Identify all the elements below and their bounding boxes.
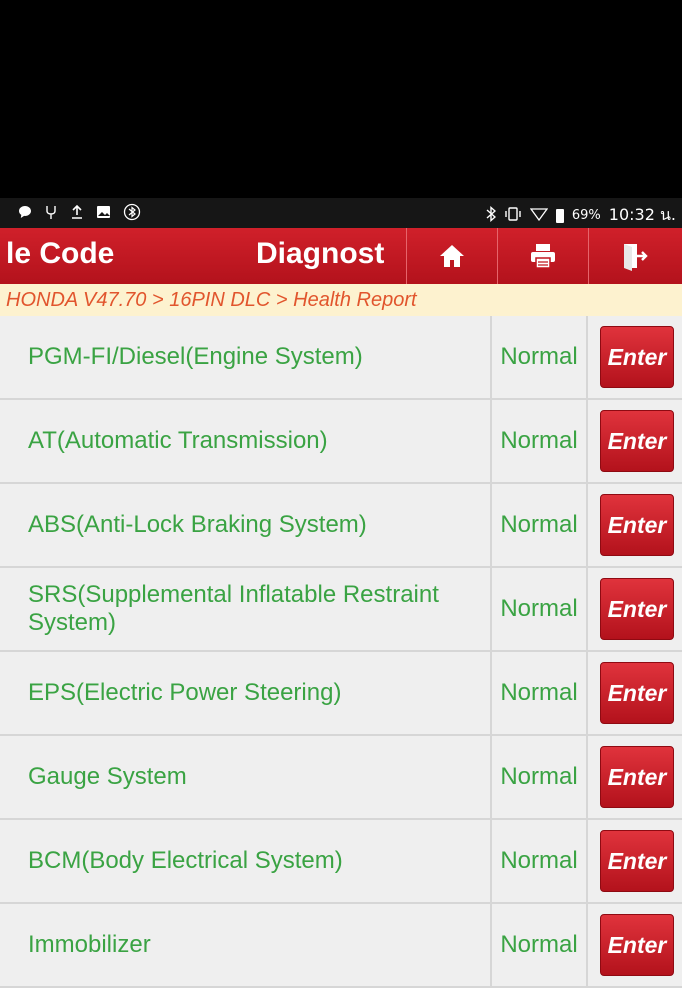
- system-row: AT(Automatic Transmission) Normal Enter: [0, 400, 682, 484]
- system-row: Gauge System Normal Enter: [0, 736, 682, 820]
- system-list: PGM-FI/Diesel(Engine System) Normal Ente…: [0, 316, 682, 988]
- system-name: SRS(Supplemental Inflatable Restraint Sy…: [28, 581, 439, 636]
- system-status: Normal: [490, 568, 588, 650]
- enter-button[interactable]: Enter: [600, 914, 674, 976]
- system-name: Immobilizer: [28, 931, 151, 958]
- system-status: Normal: [490, 820, 588, 902]
- system-name: ABS(Anti-Lock Braking System): [28, 511, 367, 538]
- system-name: PGM-FI/Diesel(Engine System): [28, 343, 363, 370]
- system-status: Normal: [490, 904, 588, 986]
- breadcrumb: HONDA V47.70 > 16PIN DLC > Health Report: [0, 284, 682, 316]
- home-icon: [440, 245, 464, 267]
- enter-button[interactable]: Enter: [600, 746, 674, 808]
- vibrate-icon: [504, 206, 522, 225]
- enter-button[interactable]: Enter: [600, 578, 674, 640]
- enter-button[interactable]: Enter: [600, 326, 674, 388]
- battery-percent: 69%: [571, 208, 601, 223]
- chat-icon: [18, 205, 32, 223]
- system-name: Gauge System: [28, 763, 187, 790]
- battery-icon: [555, 208, 564, 223]
- enter-button[interactable]: Enter: [600, 494, 674, 556]
- system-status: Normal: [490, 652, 588, 734]
- system-row: ABS(Anti-Lock Braking System) Normal Ent…: [0, 484, 682, 568]
- exit-button[interactable]: [588, 228, 679, 284]
- bluetooth-icon: [486, 205, 496, 226]
- system-row: EPS(Electric Power Steering) Normal Ente…: [0, 652, 682, 736]
- print-icon: [531, 244, 555, 269]
- exit-icon: [624, 244, 648, 271]
- enter-button[interactable]: Enter: [600, 410, 674, 472]
- print-button[interactable]: [497, 228, 588, 284]
- usb-icon: [44, 204, 58, 224]
- system-row: Immobilizer Normal Enter: [0, 904, 682, 988]
- system-status: Normal: [490, 316, 588, 398]
- system-name: BCM(Body Electrical System): [28, 847, 343, 874]
- system-status: Normal: [490, 484, 588, 566]
- system-name: AT(Automatic Transmission): [28, 427, 328, 454]
- header-title-left: le Code: [6, 237, 115, 270]
- system-name: EPS(Electric Power Steering): [28, 679, 342, 706]
- system-status: Normal: [490, 400, 588, 482]
- header-title-mid: Diagnost: [256, 237, 385, 270]
- upload-icon: [70, 204, 84, 224]
- bluetooth-circle-icon: [123, 203, 141, 225]
- wifi-icon: [529, 207, 549, 225]
- app-header: le Code Diagnost: [0, 228, 682, 284]
- status-bar: 69% 10:32 น.: [0, 198, 682, 228]
- image-icon: [96, 205, 111, 223]
- enter-button[interactable]: Enter: [600, 830, 674, 892]
- enter-button[interactable]: Enter: [600, 662, 674, 724]
- camera-overlay-area: [0, 0, 682, 198]
- clock: 10:32 น.: [608, 205, 676, 224]
- home-button[interactable]: [406, 228, 497, 284]
- system-row: PGM-FI/Diesel(Engine System) Normal Ente…: [0, 316, 682, 400]
- system-row: BCM(Body Electrical System) Normal Enter: [0, 820, 682, 904]
- system-row: SRS(Supplemental Inflatable Restraint Sy…: [0, 568, 682, 652]
- system-status: Normal: [490, 736, 588, 818]
